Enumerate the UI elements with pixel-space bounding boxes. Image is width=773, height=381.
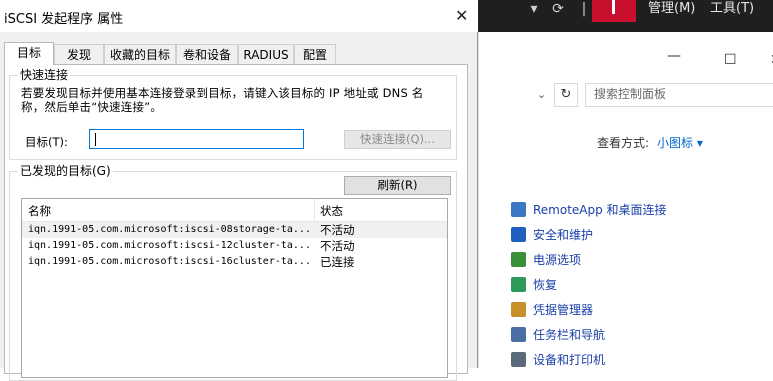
control-panel-item[interactable]: RemoteApp 和桌面连接 — [511, 200, 667, 225]
control-panel-item[interactable]: 任务栏和导航 — [511, 325, 667, 350]
target-status: 不活动 — [320, 239, 355, 253]
table-row[interactable]: iqn.1991-05.com.microsoft:iscsi-12cluste… — [22, 238, 447, 254]
control-panel-item-label: 设备和打印机 — [533, 353, 606, 367]
column-header-name[interactable]: 名称 — [28, 203, 51, 219]
control-panel-item-label: 恢复 — [533, 278, 558, 292]
search-input[interactable] — [586, 84, 773, 104]
view-by: 查看方式: 小图标 ▾ — [597, 134, 703, 151]
control-panel-item-icon — [511, 252, 526, 267]
text-caret — [95, 133, 96, 146]
view-by-dropdown[interactable]: 小图标 ▾ — [657, 136, 703, 150]
target-input[interactable] — [90, 130, 298, 148]
menu-manage[interactable]: 管理(M) — [648, 0, 695, 16]
dialog-title: iSCSI 发起程序 属性 — [4, 12, 124, 27]
tab-discovery[interactable]: 发现 — [54, 44, 104, 64]
control-panel-item-label: 安全和维护 — [533, 228, 594, 242]
tab-volumes-devices[interactable]: 卷和设备 — [176, 44, 238, 64]
quick-connect-legend: 快速连接 — [18, 68, 71, 82]
address-refresh-button[interactable]: ↻ — [554, 83, 578, 107]
iscsi-properties-dialog: iSCSI 发起程序 属性 ✕ 目标 发现 收藏的目标 卷和设备 RADIUS … — [0, 0, 478, 381]
refresh-button[interactable]: 刷新(R) — [344, 176, 451, 195]
notification-flag-icon[interactable] — [592, 0, 636, 22]
minimize-icon[interactable]: — — [667, 48, 681, 64]
tab-favorite-targets[interactable]: 收藏的目标 — [104, 44, 176, 64]
control-panel-item[interactable]: 电源选项 — [511, 250, 667, 275]
targets-tab-page: 快速连接 若要发现目标并使用基本连接登录到目标，请键入该目标的 IP 地址或 D… — [4, 64, 468, 381]
address-dropdown-icon[interactable]: ⌄ — [537, 88, 546, 101]
target-name: iqn.1991-05.com.microsoft:iscsi-08storag… — [28, 224, 311, 235]
target-name: iqn.1991-05.com.microsoft:iscsi-12cluste… — [28, 240, 311, 251]
control-panel-window: — ☐ ✕ ⌄ ↻ 查看方式:小图标 ▾ RemoteApp 和桌面连接安全和维… — [478, 32, 773, 368]
refresh-icon[interactable]: ⟳ — [548, 0, 568, 20]
discovered-targets-list[interactable]: 名称 状态 iqn.1991-05.com.microsoft:iscsi-08… — [21, 198, 448, 378]
dialog-titlebar: iSCSI 发起程序 属性 ✕ — [0, 0, 478, 32]
table-row[interactable]: iqn.1991-05.com.microsoft:iscsi-16cluste… — [22, 254, 447, 270]
tab-targets[interactable]: 目标 — [4, 42, 54, 65]
table-row[interactable]: iqn.1991-05.com.microsoft:iscsi-08storag… — [22, 222, 447, 238]
quick-connect-description: 若要发现目标并使用基本连接登录到目标，请键入该目标的 IP 地址或 DNS 名称… — [21, 86, 424, 114]
control-panel-item-icon — [511, 302, 526, 317]
control-panel-items: RemoteApp 和桌面连接 安全和维护电源选项恢复凭据管理器任务栏和导航 设备和… — [511, 200, 667, 375]
list-header: 名称 状态 — [22, 199, 447, 222]
control-panel-item[interactable]: 设备和打印机 — [511, 350, 667, 375]
close-icon[interactable]: ✕ — [455, 6, 468, 25]
control-panel-item-icon — [511, 327, 526, 342]
control-panel-item[interactable]: 恢复 — [511, 275, 667, 300]
control-panel-item[interactable]: 安全和维护 — [511, 225, 667, 250]
control-panel-item-icon — [511, 277, 526, 292]
control-panel-item[interactable]: 凭据管理器 — [511, 300, 667, 325]
tab-configuration[interactable]: 配置 — [294, 44, 336, 64]
column-header-status[interactable]: 状态 — [320, 203, 343, 219]
column-separator[interactable] — [314, 199, 315, 221]
control-panel-item-icon — [511, 227, 526, 242]
tab-radius[interactable]: RADIUS — [238, 44, 294, 64]
target-status: 不活动 — [320, 223, 355, 237]
control-panel-item-icon — [511, 352, 526, 367]
maximize-icon[interactable]: ☐ — [724, 52, 737, 68]
control-panel-item-label: 电源选项 — [533, 253, 582, 267]
target-status: 已连接 — [320, 255, 355, 269]
discovered-targets-legend: 已发现的目标(G) — [18, 164, 113, 178]
chevron-down-icon[interactable]: ▾ — [524, 0, 544, 20]
control-panel-item-icon — [511, 202, 526, 217]
search-box[interactable] — [585, 83, 773, 107]
quick-connect-button[interactable]: 快速连接(Q)... — [344, 130, 451, 149]
view-by-label: 查看方式: — [597, 136, 650, 150]
target-name: iqn.1991-05.com.microsoft:iscsi-16cluste… — [28, 256, 311, 267]
address-row: ⌄ ↻ — [479, 82, 773, 110]
menu-tools[interactable]: 工具(T) — [710, 0, 754, 16]
target-field[interactable] — [89, 129, 304, 149]
control-panel-item-label: 任务栏和导航 — [533, 328, 606, 342]
control-panel-item-label: RemoteApp 和桌面连接 — [533, 203, 667, 217]
control-panel-item-label: 凭据管理器 — [533, 303, 594, 317]
separator-icon: | — [581, 1, 587, 17]
background-toolbar: ▾ ⟳ | 管理(M) 工具(T) — [478, 0, 773, 32]
target-label: 目标(T): — [25, 135, 68, 149]
